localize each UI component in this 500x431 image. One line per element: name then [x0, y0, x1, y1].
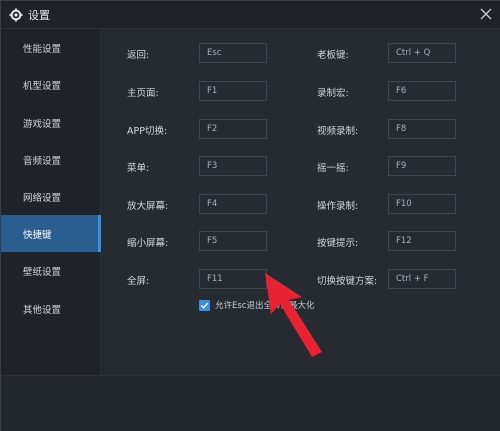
- shortcut-label-back: 返回:: [127, 50, 150, 61]
- shortcut-field-zoom-in[interactable]: F4: [199, 194, 267, 214]
- shortcut-field-zoom-out[interactable]: F5: [199, 231, 267, 251]
- sidebar-item-other[interactable]: 其他设置: [1, 290, 101, 327]
- sidebar-item-wallpaper[interactable]: 壁纸设置: [1, 252, 101, 289]
- shortcut-label-record-macro: 录制宏:: [317, 88, 349, 99]
- shortcut-field-boss-key[interactable]: Ctrl + Q: [388, 43, 456, 63]
- shortcut-field-key-hints[interactable]: F12: [388, 231, 456, 251]
- settings-sidebar: 性能设置 机型设置 游戏设置 音频设置 网络设置 快捷键 壁纸设置 其他设置: [1, 29, 101, 375]
- shortcut-label-operation-record: 操作录制:: [317, 201, 359, 212]
- title-bar: 设置: [1, 1, 500, 29]
- gear-icon: [9, 7, 23, 22]
- sidebar-item-network[interactable]: 网络设置: [1, 178, 101, 215]
- shortcut-label-zoom-out: 缩小屏幕:: [127, 238, 169, 249]
- sidebar-item-label: 机型设置: [23, 80, 62, 92]
- esc-exit-fullscreen-label: 允许Esc退出全屏或最大化: [215, 301, 315, 311]
- window-title: 设置: [28, 8, 50, 22]
- sidebar-item-label: 壁纸设置: [23, 266, 62, 278]
- esc-exit-fullscreen-checkbox[interactable]: [199, 299, 210, 311]
- sidebar-item-label: 快捷键: [23, 229, 52, 241]
- sidebar-item-game[interactable]: 游戏设置: [1, 104, 101, 141]
- shortcut-field-record-macro[interactable]: F6: [388, 81, 456, 101]
- sidebar-item-performance[interactable]: 性能设置: [1, 29, 101, 66]
- shortcut-field-video-record[interactable]: F8: [388, 119, 456, 139]
- shortcut-field-back[interactable]: Esc: [199, 43, 267, 63]
- shortcut-field-shake[interactable]: F9: [388, 156, 456, 176]
- close-icon[interactable]: [479, 7, 493, 21]
- shortcut-field-switch-scheme[interactable]: Ctrl + F: [388, 269, 456, 289]
- esc-exit-fullscreen-option[interactable]: 允许Esc退出全屏或最大化: [199, 299, 314, 311]
- shortcut-label-home: 主页面:: [127, 88, 159, 99]
- shortcut-field-home[interactable]: F1: [199, 81, 267, 101]
- shortcut-label-app-switch: APP切换:: [127, 126, 168, 137]
- settings-footer: [1, 375, 500, 431]
- sidebar-item-audio[interactable]: 音频设置: [1, 141, 101, 178]
- shortcut-field-menu[interactable]: F3: [199, 156, 267, 176]
- sidebar-item-label: 音频设置: [23, 155, 62, 167]
- shortcut-field-app-switch[interactable]: F2: [199, 119, 267, 139]
- shortcut-field-operation-record[interactable]: F10: [388, 194, 456, 214]
- shortcut-field-fullscreen[interactable]: F11: [199, 269, 267, 289]
- sidebar-item-label: 其他设置: [23, 304, 62, 316]
- sidebar-item-label: 性能设置: [23, 43, 62, 55]
- shortcut-label-video-record: 视频录制:: [317, 126, 359, 137]
- shortcut-label-menu: 菜单:: [127, 163, 150, 174]
- sidebar-item-shortcuts[interactable]: 快捷键: [1, 215, 101, 252]
- sidebar-item-device-model[interactable]: 机型设置: [1, 66, 101, 103]
- shortcut-label-shake: 摇一摇:: [317, 163, 349, 174]
- shortcut-label-switch-scheme: 切换按键方案:: [317, 276, 378, 287]
- sidebar-item-label: 游戏设置: [23, 118, 62, 130]
- shortcut-label-boss-key: 老板键:: [317, 50, 349, 61]
- shortcut-label-zoom-in: 放大屏幕:: [127, 201, 169, 212]
- checkmark-icon: [200, 302, 209, 309]
- shortcut-label-fullscreen: 全屏:: [127, 276, 150, 287]
- shortcut-label-key-hints: 按键提示:: [317, 238, 359, 249]
- sidebar-item-label: 网络设置: [23, 192, 62, 204]
- settings-window: 设置 性能设置 机型设置 游戏设置 音频设置 网络设置 快捷键 壁纸设置 其他设…: [0, 0, 500, 431]
